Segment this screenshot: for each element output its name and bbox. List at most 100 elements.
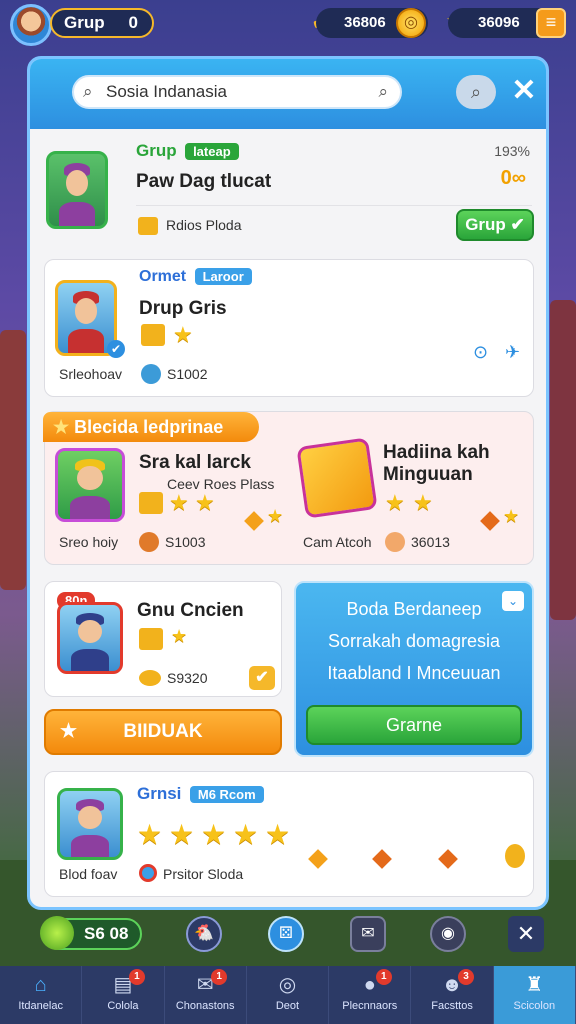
nav-home[interactable]: ⌂ Itdanelac (0, 966, 83, 1024)
nav-badge: 1 (211, 969, 228, 985)
star-icon: ★ (503, 506, 520, 526)
player-avatar[interactable] (10, 4, 52, 46)
nav-explore[interactable]: ◎ Deot (247, 966, 330, 1024)
search-input[interactable]: ⌕ Sosia Indanasia ⌕ (72, 75, 402, 109)
star-icon: ★ (385, 490, 405, 515)
nav-friends[interactable]: ☻ 3 Facsttos (411, 966, 494, 1024)
group-portrait-1 (46, 151, 108, 229)
star-icon: ★ (171, 626, 188, 646)
nav-badge: 1 (128, 969, 145, 985)
join-button[interactable]: ★ BIIDUAK (44, 709, 282, 755)
group-panel: ⌕ Sosia Indanasia ⌕ ⌕ ✕ Grup lateap Paw … (27, 56, 549, 910)
nav-chat[interactable]: ● 1 Plecnnaors (329, 966, 412, 1024)
coin-icon[interactable]: ◎ (396, 8, 426, 38)
promo-card[interactable]: ⌄ Boda Berdaneep Sorrakah domagresia Ita… (294, 581, 534, 757)
card-1-badge: lateap (185, 143, 239, 160)
card-6-tag: Grnsi (137, 784, 182, 803)
event-right-title: Hadiina kah Minguuan (383, 442, 490, 485)
chicken-button[interactable]: 🐔 (186, 916, 222, 952)
promo-line-3: Itaabland I Mnceuuan (327, 663, 501, 683)
group-portrait-6 (57, 788, 123, 860)
tower-icon: ♜ (525, 974, 544, 996)
background-house-right (550, 300, 576, 620)
verified-icon: ✔ (107, 340, 125, 358)
check-box-icon[interactable]: ✔ (249, 666, 275, 690)
medal-icon (139, 532, 159, 552)
card-6-value: Prsitor Sloda (163, 866, 244, 882)
medal-icon (385, 532, 405, 552)
nav-badge: 3 (458, 969, 475, 985)
group-card-6[interactable]: Grnsi M6 Rcom ★ ★ ★ ★ ★ Blod foav Prsito… (44, 771, 534, 897)
menu-icon[interactable]: ≡ (536, 8, 566, 38)
card-1-count: 0∞ (500, 167, 526, 189)
star-icon: ★ (233, 819, 259, 850)
card-1-title: Paw Dag tlucat (136, 171, 272, 192)
nav-mail[interactable]: ✉ 1 Chonastons (165, 966, 247, 1024)
event-name: Sreo hoiy (59, 534, 119, 550)
event-portrait (55, 448, 125, 522)
star-icon: ★ (137, 819, 163, 850)
card-2-tags: Ormet Laroor (139, 268, 252, 286)
group-card-4[interactable]: 80n Gnu Cncien ★ S9320 ✔ (44, 581, 282, 697)
camera-button[interactable]: ◉ (430, 916, 466, 952)
promo-title: Boda Berdaneep (346, 599, 482, 619)
card-6-badge: M6 Rcom (189, 786, 264, 803)
join-group-button[interactable]: Grup ✔ (456, 209, 534, 241)
box-icon (141, 324, 165, 346)
nav-tower[interactable]: ♜ Scicolon (493, 966, 576, 1024)
search-button[interactable]: ⌕ (456, 75, 496, 109)
card-1-divider (136, 205, 532, 206)
search-icon-right: ⌕ (378, 82, 388, 101)
card-2-name: Srleohoav (59, 366, 123, 382)
home-icon: ⌂ (34, 974, 47, 996)
search-icon: ⌕ (83, 82, 93, 101)
check-icon: ✔ (510, 215, 525, 234)
card-2-title: Drup Gris (139, 298, 227, 319)
event-right-value: 36013 (411, 534, 450, 550)
globe-icon (141, 364, 161, 384)
dice-button[interactable]: ⚄ (268, 916, 304, 952)
gift-button[interactable]: ✉ (350, 916, 386, 952)
nav-shop[interactable]: ▤ 1 Colola (82, 966, 165, 1024)
group-card-1[interactable]: Grup lateap Paw Dag tlucat Rdios Ploda 1… (30, 129, 546, 249)
group-card-2[interactable]: ✔ Ormet Laroor Drup Gris ★ Srleohoav S10… (44, 259, 534, 397)
card-1-percent: 193% (494, 143, 530, 159)
card-1-tag: Grup (136, 141, 177, 160)
nav-badge: 1 (375, 969, 392, 985)
resource-2-value: 36096 (478, 14, 520, 31)
card-6-name: Blod foav (59, 866, 118, 882)
diamond-icon (438, 849, 458, 869)
coin-icon (139, 670, 161, 686)
share-icon[interactable]: ✈ (505, 342, 520, 363)
star-icon: ★ (267, 506, 284, 526)
bottom-nav: ⌂ Itdanelac ▤ 1 Colola ✉ 1 Chonastons ◎ … (0, 966, 576, 1024)
event-value: S1003 (165, 534, 206, 550)
star-icon: ★ (265, 819, 291, 850)
energy-value: S6 08 (84, 924, 129, 943)
card-1-tags: Grup lateap (136, 141, 239, 161)
box-icon (139, 492, 163, 514)
player-name: Grup (64, 13, 105, 32)
promo-line-2: Sorrakah domagresia (327, 631, 501, 651)
player-name-pill[interactable]: Grup 0 (50, 8, 154, 38)
promo-button[interactable]: Grarne (306, 705, 522, 745)
target-icon (139, 864, 157, 882)
event-title: Sra kal larck (139, 452, 251, 473)
top-hud: Grup 0 ✔ 36806 ◎ ★ 36096 ≡ (0, 0, 576, 48)
player-level: 0 (128, 13, 138, 32)
diamond-icon (308, 849, 328, 869)
star-icon: ★ (169, 819, 195, 850)
panel-header: ⌕ Sosia Indanasia ⌕ ⌕ ✕ (30, 59, 546, 129)
close-icon[interactable]: ✕ (506, 71, 542, 111)
resource-1-value: 36806 (344, 14, 386, 31)
star-icon: ★ (195, 490, 215, 515)
card-4-title: Gnu Cncien (137, 600, 244, 621)
bottom-strip: S6 08 🐔 ⚄ ✉ ◉ ✕ (0, 910, 576, 962)
box-icon (139, 628, 163, 650)
star-icon: ★ (201, 819, 227, 850)
close-icon[interactable]: ✕ (508, 916, 544, 952)
star-icon: ★ (413, 490, 433, 515)
event-card[interactable]: ★ Blecida ledprinae Sra kal larck Ceev R… (43, 411, 534, 565)
info-icon[interactable]: ⊙ (473, 342, 488, 363)
card-6-tags: Grnsi M6 Rcom (137, 784, 264, 804)
